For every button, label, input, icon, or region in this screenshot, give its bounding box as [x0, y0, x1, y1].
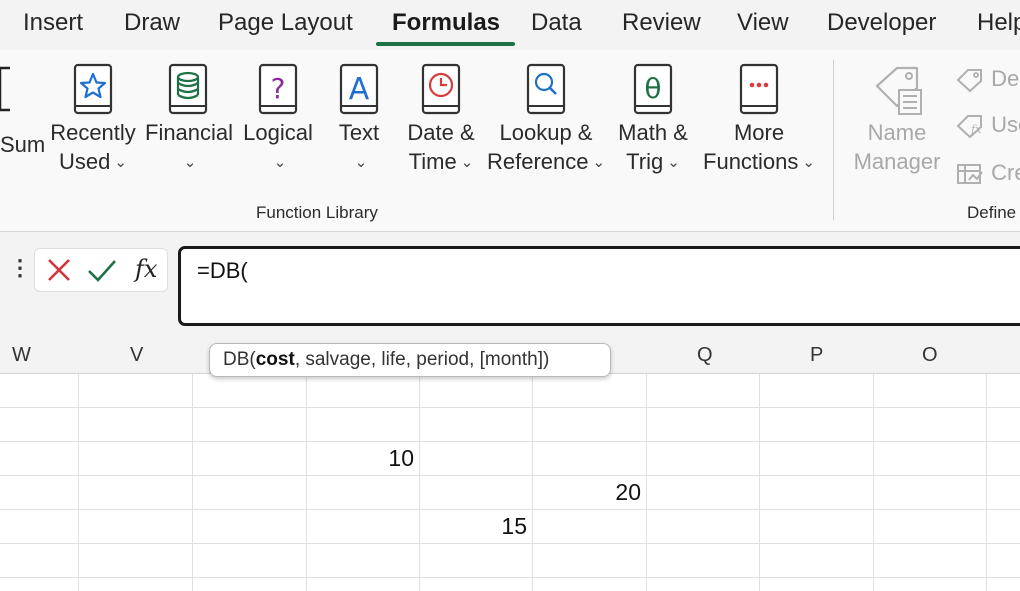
chevron-down-icon: ⌄ — [592, 154, 606, 171]
magnifier-book-icon — [526, 63, 566, 115]
chevron-down-icon: ⌄ — [354, 154, 368, 171]
recently-used-line2: Used — [59, 149, 111, 174]
tooltip-current-argument[interactable]: cost — [256, 349, 295, 370]
column-header-q[interactable]: Q — [697, 344, 713, 367]
tag-icon — [956, 69, 982, 93]
name-manager-button[interactable]: Name Manager — [851, 62, 943, 176]
svg-text:fx: fx — [970, 123, 982, 136]
insert-function-button[interactable]: fx — [135, 255, 157, 283]
math-trig-line1: Math & — [618, 120, 688, 145]
svg-text:?: ? — [271, 72, 286, 105]
dots-book-icon — [739, 63, 779, 115]
cell-value[interactable]: 10 — [320, 445, 414, 472]
name-manager-icon — [875, 66, 922, 115]
text-functions-label: Text — [338, 120, 380, 145]
chevron-down-icon: ⌄ — [183, 154, 197, 171]
tooltip-function-name[interactable]: DB( — [223, 349, 256, 370]
svg-text:A: A — [349, 72, 370, 107]
chevron-down-icon: ⌄ — [114, 154, 127, 171]
more-functions-button[interactable]: More Functions ⌄ — [700, 62, 818, 179]
date-time-line2: Time — [408, 149, 457, 174]
tab-view[interactable]: View — [737, 9, 789, 37]
date-time-line1: Date & — [407, 120, 475, 145]
name-manager-line2: Manager — [853, 149, 941, 174]
use-in-formula-button[interactable]: fx Use — [955, 112, 1020, 139]
chevron-down-icon: ⌄ — [460, 154, 474, 171]
ribbon-tab-bar: Insert Draw Page Layout Formulas Data Re… — [0, 0, 1020, 50]
group-separator — [833, 60, 834, 220]
defined-names-group-label: Define — [967, 203, 1017, 222]
define-name-label: De — [991, 66, 1020, 91]
question-book-icon: ? — [258, 63, 298, 115]
tab-developer[interactable]: Developer — [827, 9, 936, 37]
worksheet-grid[interactable]: 10 20 15 — [0, 374, 1020, 591]
formulas-ribbon: Sum Recently Used ⌄ Financial ⌄ ? Logical — [0, 50, 1020, 232]
cell-value[interactable]: 15 — [433, 513, 527, 540]
date-time-button[interactable]: Date & Time ⌄ — [401, 62, 481, 179]
sigma-icon — [0, 66, 10, 112]
tooltip-remaining-arguments: , salvage, life, period, [month]) — [294, 349, 550, 370]
tab-formulas[interactable]: Formulas — [392, 9, 500, 37]
create-from-selection-icon — [957, 164, 983, 185]
function-argument-tooltip[interactable]: DB(cost, salvage, life, period, [month]) — [209, 343, 611, 377]
autosum-label: Sum — [0, 132, 46, 157]
letter-a-book-icon: A — [339, 63, 379, 115]
more-functions-line1: More — [733, 120, 785, 145]
clock-book-icon — [421, 63, 461, 115]
chevron-down-icon: ⌄ — [273, 154, 287, 171]
lookup-reference-line2: Reference — [487, 149, 589, 174]
coins-book-icon — [168, 63, 208, 115]
cell-value[interactable]: 20 — [546, 479, 641, 506]
financial-label: Financial — [145, 120, 234, 145]
tab-page-layout[interactable]: Page Layout — [218, 9, 353, 37]
tab-data[interactable]: Data — [531, 9, 582, 37]
function-library-group-label: Function Library — [256, 203, 378, 222]
create-from-selection-button[interactable]: Cre — [955, 160, 1020, 187]
tab-insert[interactable]: Insert — [23, 9, 83, 37]
column-header-v[interactable]: V — [130, 344, 143, 367]
chevron-down-icon: ⌄ — [667, 154, 680, 171]
chevron-down-icon: ⌄ — [802, 154, 815, 171]
logical-label: Logical — [243, 120, 313, 145]
cancel-icon[interactable] — [45, 253, 73, 287]
use-in-formula-label: Use — [991, 112, 1020, 137]
lookup-reference-line1: Lookup & — [499, 120, 593, 145]
lookup-reference-button[interactable]: Lookup & Reference ⌄ — [487, 62, 605, 179]
theta-book-icon: θ — [633, 63, 673, 115]
formula-input[interactable]: =DB( — [178, 246, 1020, 326]
column-header-w[interactable]: W — [12, 344, 31, 367]
star-book-icon — [73, 63, 113, 115]
define-name-button[interactable]: De — [955, 66, 1019, 93]
more-functions-line2: Functions — [703, 149, 799, 174]
tab-draw[interactable]: Draw — [124, 9, 180, 37]
logical-button[interactable]: ? Logical ⌄ — [240, 62, 316, 179]
column-header-p[interactable]: P — [810, 344, 823, 367]
recently-used-line1: Recently — [50, 120, 136, 145]
autosum-button[interactable]: Sum — [0, 62, 46, 159]
math-trig-button[interactable]: θ Math & Trig ⌄ — [613, 62, 693, 179]
tag-fx-icon: fx — [956, 115, 982, 139]
formula-controls: fx — [34, 248, 168, 292]
create-from-selection-label: Cre — [991, 160, 1020, 185]
text-functions-button[interactable]: A Text ⌄ — [326, 62, 392, 179]
column-header-o[interactable]: O — [922, 344, 938, 367]
svg-text:θ: θ — [644, 72, 661, 105]
name-manager-line1: Name — [867, 120, 927, 145]
enter-check-icon[interactable] — [85, 253, 119, 287]
tab-help[interactable]: Help — [977, 9, 1020, 37]
more-options-icon[interactable]: ⋮ — [9, 255, 31, 281]
math-trig-line2: Trig — [626, 149, 664, 174]
active-tab-indicator — [376, 42, 515, 46]
tab-review[interactable]: Review — [622, 9, 701, 37]
recently-used-button[interactable]: Recently Used ⌄ — [50, 62, 136, 179]
financial-button[interactable]: Financial ⌄ — [145, 62, 234, 179]
formula-bar: ⋮ fx =DB( — [0, 232, 1020, 336]
